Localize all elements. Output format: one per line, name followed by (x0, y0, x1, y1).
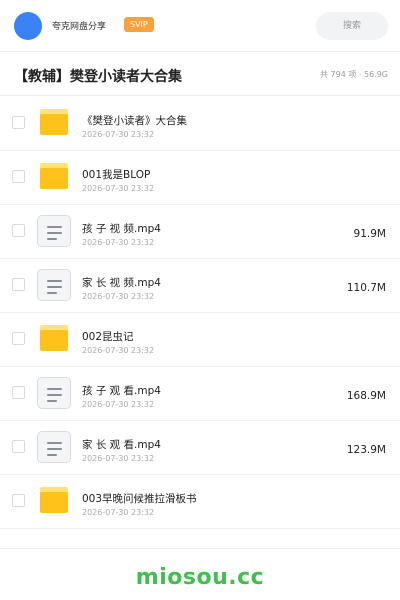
file-name[interactable]: 孩 子 视 频.mp4 (82, 221, 161, 236)
avatar[interactable] (14, 12, 42, 40)
select-checkbox[interactable] (12, 494, 25, 507)
select-checkbox[interactable] (12, 440, 25, 453)
app-header: 夸克网盘分享 SVIP 搜索 (0, 0, 400, 52)
svip-badge: SVIP (124, 17, 154, 32)
file-name[interactable]: 孩 子 观 看.mp4 (82, 383, 161, 398)
file-name[interactable]: 家 长 观 看.mp4 (82, 437, 161, 452)
folder-icon (40, 163, 68, 189)
file-size: 110.7M (346, 282, 386, 294)
watermark-text: miosou.cc (135, 565, 265, 590)
file-row[interactable]: 002昆虫记 2026-07-30 23:32 (0, 313, 400, 367)
select-checkbox[interactable] (12, 386, 25, 399)
file-size: 91.9M (353, 228, 386, 240)
file-date: 2026-07-30 23:32 (82, 400, 155, 409)
file-size: 168.9M (346, 390, 386, 402)
file-row[interactable]: 孩 子 观 看.mp4 2026-07-30 23:32 168.9M (0, 367, 400, 421)
file-list: 《樊登小读者》大合集 2026-07-30 23:32 001我是BLOP 2026-… (0, 97, 400, 529)
select-checkbox[interactable] (12, 116, 25, 129)
video-file-icon (37, 431, 71, 463)
video-file-icon (37, 377, 71, 409)
file-row[interactable]: 003早晚问候推拉滑板书 2026-07-30 23:32 (0, 475, 400, 529)
file-date: 2026-07-30 23:32 (82, 454, 155, 463)
select-checkbox[interactable] (12, 278, 25, 291)
folder-icon (40, 325, 68, 351)
username: 夸克网盘分享 (52, 22, 107, 32)
file-name[interactable]: 001我是BLOP (82, 167, 150, 182)
file-date: 2026-07-30 23:32 (82, 184, 155, 193)
file-name[interactable]: 家 长 视 频.mp4 (82, 275, 161, 290)
footer-divider (0, 548, 400, 549)
search-input[interactable]: 搜索 (316, 12, 388, 40)
file-row[interactable]: 孩 子 视 频.mp4 2026-07-30 23:32 91.9M (0, 205, 400, 259)
select-checkbox[interactable] (12, 332, 25, 345)
select-checkbox[interactable] (12, 224, 25, 237)
page-title: 【教辅】樊登小读者大合集 (14, 69, 182, 85)
file-row[interactable]: 家 长 观 看.mp4 2026-07-30 23:32 123.9M (0, 421, 400, 475)
file-size: 123.9M (346, 444, 386, 456)
file-date: 2026-07-30 23:32 (82, 346, 155, 355)
video-file-icon (37, 269, 71, 301)
file-row[interactable]: 《樊登小读者》大合集 2026-07-30 23:32 (0, 97, 400, 151)
file-date: 2026-07-30 23:32 (82, 292, 155, 301)
share-title-bar: 【教辅】樊登小读者大合集 共 794 项 · 56.9G (0, 52, 400, 96)
file-name[interactable]: 003早晚问候推拉滑板书 (82, 491, 197, 506)
share-summary: 共 794 项 · 56.9G (320, 70, 388, 79)
file-row[interactable]: 001我是BLOP 2026-07-30 23:32 (0, 151, 400, 205)
file-date: 2026-07-30 23:32 (82, 130, 155, 139)
video-file-icon (37, 215, 71, 247)
file-date: 2026-07-30 23:32 (82, 238, 155, 247)
file-name[interactable]: 《樊登小读者》大合集 (82, 113, 187, 128)
folder-icon (40, 109, 68, 135)
select-checkbox[interactable] (12, 170, 25, 183)
folder-icon (40, 487, 68, 513)
file-date: 2026-07-30 23:32 (82, 508, 155, 517)
file-name[interactable]: 002昆虫记 (82, 329, 134, 344)
file-row[interactable]: 家 长 视 频.mp4 2026-07-30 23:32 110.7M (0, 259, 400, 313)
